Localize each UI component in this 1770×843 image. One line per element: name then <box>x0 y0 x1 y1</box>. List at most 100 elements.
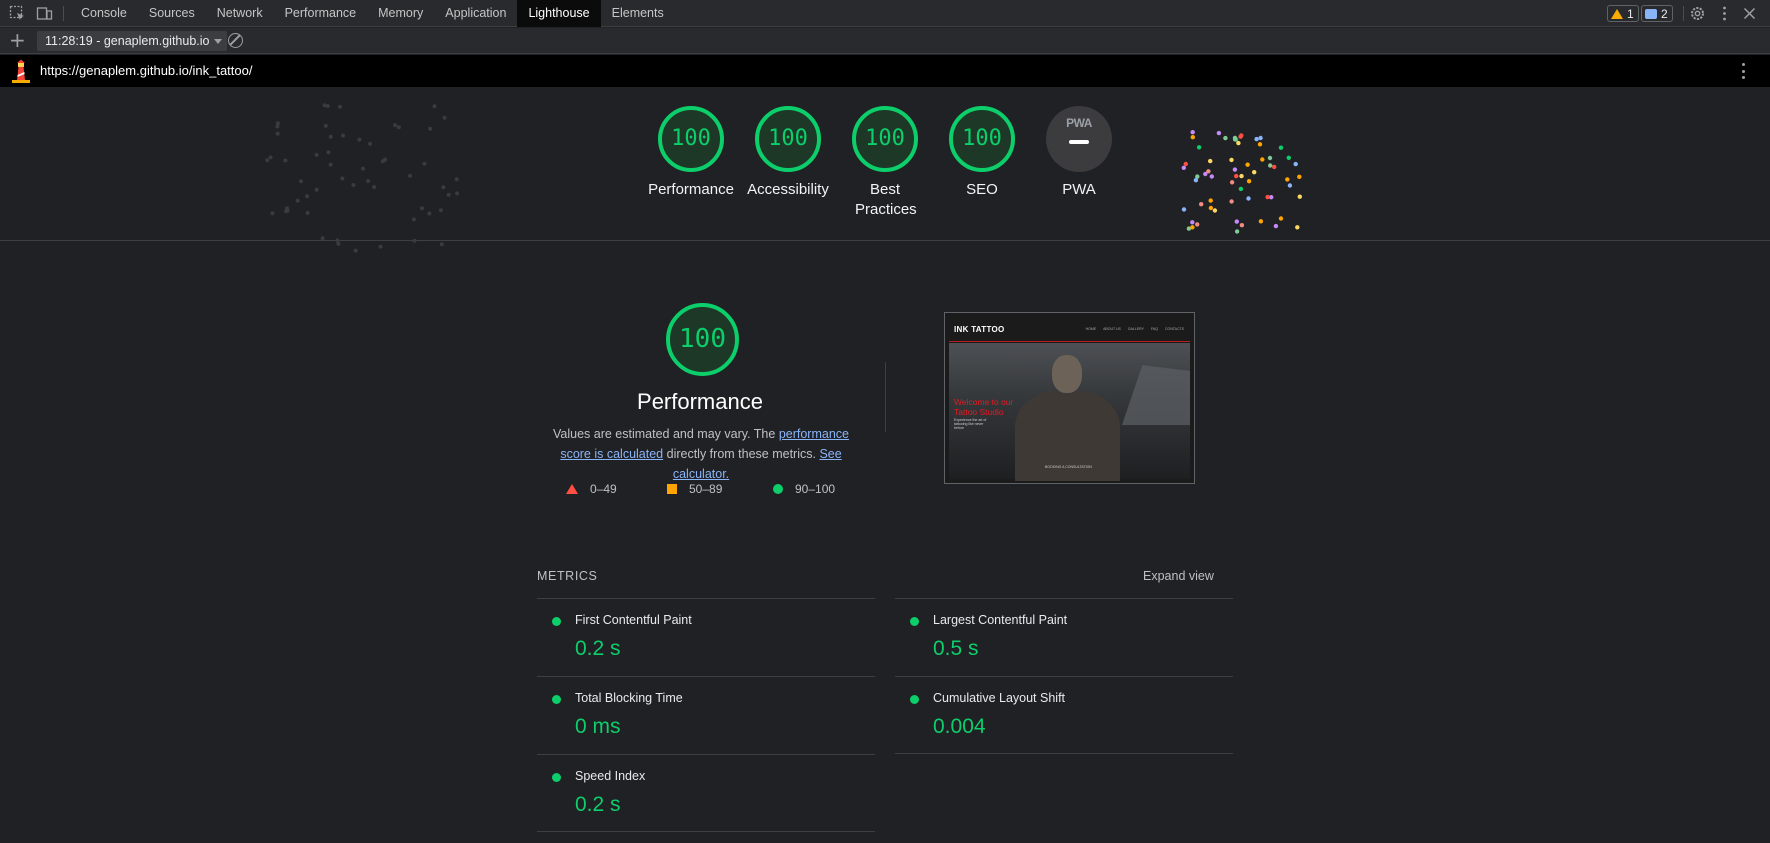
gauge-seo-label: SEO <box>966 181 998 198</box>
faint-dot <box>275 131 280 136</box>
devtools-tabbar: Console Sources Network Performance Memo… <box>0 0 1770 27</box>
faint-dot <box>336 241 341 246</box>
performance-title: Performance <box>637 389 763 414</box>
thumb-subtext: Experience the art of tattooing like nev… <box>954 418 987 430</box>
confetti-dot <box>1297 174 1302 179</box>
faint-dot <box>299 179 303 184</box>
gauge-performance[interactable]: 100 Performance <box>641 106 741 200</box>
close-icon[interactable] <box>1741 5 1758 22</box>
tab-network[interactable]: Network <box>206 0 274 27</box>
confetti-dot <box>1239 173 1244 179</box>
more-options-icon[interactable] <box>1716 5 1733 22</box>
faint-dot <box>427 211 432 216</box>
confetti-dot <box>1236 140 1241 146</box>
tab-memory[interactable]: Memory <box>367 0 434 27</box>
toolbar-divider <box>1683 6 1684 21</box>
warnings-badge[interactable]: 1 <box>1607 5 1639 22</box>
confetti-dot <box>1181 165 1186 170</box>
report-url[interactable]: https://genaplem.github.io/ink_tattoo/ <box>40 63 252 78</box>
faint-dot <box>393 123 398 128</box>
confetti-dot <box>1260 157 1265 162</box>
faint-dot <box>422 161 427 166</box>
metric-value: 0.2 s <box>575 793 621 816</box>
gauge-best-practices[interactable]: 100 Best Practices <box>835 106 935 220</box>
section-divider <box>885 362 886 432</box>
confetti-dot <box>1265 194 1270 200</box>
confetti-dot <box>1234 219 1239 224</box>
confetti-dot <box>1257 142 1263 147</box>
tab-application[interactable]: Application <box>434 0 517 27</box>
thumb-roof-shape <box>1122 365 1190 425</box>
metric-total-blocking-time: Total Blocking Time 0 ms <box>537 676 875 754</box>
gauge-accessibility[interactable]: 100 Accessibility <box>738 106 838 200</box>
report-menu-icon[interactable] <box>1742 63 1746 79</box>
new-report-plus-icon[interactable]: + <box>9 30 26 50</box>
confetti-dot <box>1212 208 1218 213</box>
faint-dots-decoration <box>265 103 460 253</box>
faint-dot <box>432 104 437 109</box>
device-toolbar-icon[interactable] <box>36 5 53 22</box>
confetti-dot <box>1181 207 1187 212</box>
confetti-dot <box>1254 136 1259 142</box>
thumb-headline: Welcome to our Tattoo Studio <box>954 397 1013 417</box>
faint-dot <box>323 123 328 128</box>
average-square-icon <box>667 484 677 494</box>
confetti-dot <box>1208 198 1213 203</box>
faint-dot <box>305 211 310 215</box>
confetti-dot <box>1206 169 1211 174</box>
pass-circle-icon <box>552 617 561 626</box>
confetti-dot <box>1239 223 1245 228</box>
gauge-pwa[interactable]: PWA PWA <box>1029 106 1129 200</box>
report-select[interactable]: 11:28:19 - genaplem.github.io <box>37 31 228 51</box>
faint-dot <box>270 211 275 216</box>
messages-badge[interactable]: 2 <box>1641 5 1673 22</box>
tab-sources[interactable]: Sources <box>138 0 206 27</box>
final-screenshot[interactable]: INK TATTOO HOME ABOUT US GALLERY FAQ CON… <box>944 312 1195 484</box>
legend-average: 50–89 <box>667 482 722 496</box>
expand-view-toggle[interactable]: Expand view <box>1143 569 1214 583</box>
legend-fail-range: 0–49 <box>590 482 617 496</box>
fail-triangle-icon <box>566 484 578 494</box>
toolbar-divider <box>63 6 64 21</box>
metric-cumulative-layout-shift: Cumulative Layout Shift 0.004 <box>895 676 1233 754</box>
pwa-dash-icon <box>1069 140 1089 144</box>
metric-title: Cumulative Layout Shift <box>933 691 1066 705</box>
confetti-dot <box>1268 163 1273 168</box>
clear-reports-icon[interactable] <box>228 33 243 48</box>
faint-dot <box>366 179 371 184</box>
gauge-best-practices-score: 100 <box>852 106 918 172</box>
faint-dot <box>295 198 300 203</box>
faint-dot <box>454 177 459 182</box>
confetti-dot <box>1286 155 1291 160</box>
confetti-dot <box>1252 170 1257 175</box>
settings-gear-icon[interactable] <box>1689 5 1706 22</box>
confetti-dot <box>1245 162 1250 167</box>
tab-elements[interactable]: Elements <box>601 0 675 27</box>
performance-description: Values are estimated and may vary. The p… <box>536 424 866 484</box>
faint-dot <box>325 104 330 109</box>
faint-dot <box>320 236 325 241</box>
confetti-dot <box>1216 130 1222 136</box>
pass-circle-icon <box>552 773 561 782</box>
confetti-dot <box>1295 225 1300 230</box>
confetti-dot <box>1258 219 1264 224</box>
confetti-dot <box>1190 220 1195 225</box>
faint-dot <box>439 242 444 247</box>
thumb-person-head <box>1052 355 1082 393</box>
faint-dot <box>361 166 365 171</box>
confetti-dot <box>1278 145 1284 150</box>
faint-dot <box>305 194 310 199</box>
message-icon <box>1645 8 1657 19</box>
tab-performance[interactable]: Performance <box>274 0 368 27</box>
gauge-seo[interactable]: 100 SEO <box>932 106 1032 200</box>
tab-lighthouse[interactable]: Lighthouse <box>517 0 601 27</box>
metric-first-contentful-paint: First Contentful Paint 0.2 s <box>537 598 875 676</box>
thumb-nav-item: ABOUT US <box>1103 327 1121 331</box>
tab-console[interactable]: Console <box>70 0 138 27</box>
inspect-element-icon[interactable] <box>9 5 26 22</box>
confetti-dot <box>1232 167 1238 172</box>
confetti-dot <box>1273 223 1279 229</box>
gauge-seo-score: 100 <box>949 106 1015 172</box>
gauge-performance-score: 100 <box>658 106 724 172</box>
pwa-badge-text: PWA <box>1066 116 1092 130</box>
